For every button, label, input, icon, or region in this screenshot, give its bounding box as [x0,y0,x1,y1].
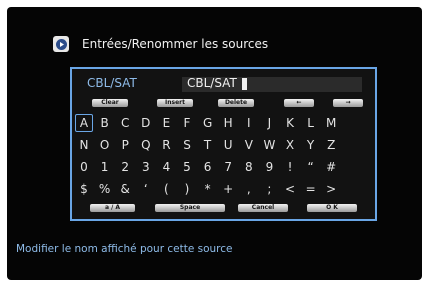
key-2-5[interactable]: 5 [178,158,196,176]
key-1-9[interactable]: W [260,136,278,154]
key-0-8[interactable]: I [240,114,258,132]
key-0-4[interactable]: E [157,114,175,132]
key-0-1[interactable]: B [96,114,114,132]
key-1-10[interactable]: X [281,136,299,154]
cursor-right-button[interactable]: → [333,99,363,107]
space-button[interactable]: Space [155,204,225,212]
help-text: Modifier le nom affiché pour cette sourc… [16,243,233,255]
key-1-8[interactable]: V [240,136,258,154]
key-3-12[interactable]: > [322,180,340,198]
key-0-7[interactable]: H [219,114,237,132]
key-0-10[interactable]: K [281,114,299,132]
key-0-11[interactable]: L [302,114,320,132]
input-source-icon [53,36,69,52]
source-label: CBL/SAT [87,76,137,90]
key-3-9[interactable]: ; [260,180,278,198]
key-2-2[interactable]: 2 [116,158,134,176]
osd-screen: Entrées/Renommer les sources CBL/SAT CBL… [7,7,422,280]
key-2-12[interactable]: # [322,158,340,176]
key-2-8[interactable]: 8 [240,158,258,176]
key-1-6[interactable]: T [199,136,217,154]
source-name-row: CBL/SAT CBL/SAT [87,76,367,92]
key-2-9[interactable]: 9 [260,158,278,176]
key-1-5[interactable]: S [178,136,196,154]
cursor-left-button[interactable]: ← [284,99,314,107]
key-3-0[interactable]: $ [75,180,93,198]
key-2-6[interactable]: 6 [199,158,217,176]
key-0-12[interactable]: M [322,114,340,132]
key-3-10[interactable]: < [281,180,299,198]
key-2-3[interactable]: 3 [137,158,155,176]
key-2-7[interactable]: 7 [219,158,237,176]
key-1-2[interactable]: P [116,136,134,154]
key-2-4[interactable]: 4 [157,158,175,176]
key-3-6[interactable]: * [199,180,217,198]
cancel-button[interactable]: Cancel [238,204,288,212]
case-toggle-button[interactable]: a / A [90,204,135,212]
key-1-0[interactable]: N [75,136,93,154]
key-3-8[interactable]: , [240,180,258,198]
key-0-5[interactable]: F [178,114,196,132]
text-cursor [242,78,247,90]
key-2-0[interactable]: 0 [75,158,93,176]
key-0-2[interactable]: C [116,114,134,132]
delete-button[interactable]: Delete [218,99,254,107]
key-0-6[interactable]: G [199,114,217,132]
key-0-9[interactable]: J [260,114,278,132]
key-1-3[interactable]: Q [137,136,155,154]
key-2-1[interactable]: 1 [96,158,114,176]
menu-header: Entrées/Renommer les sources [53,36,268,52]
clear-button[interactable]: Clear [92,99,128,107]
source-name-input[interactable]: CBL/SAT [182,76,362,92]
page-title: Entrées/Renommer les sources [82,37,269,51]
ok-button[interactable]: O K [307,204,357,212]
key-3-3[interactable]: ‘ [137,180,155,198]
insert-button[interactable]: Insert [157,99,193,107]
source-name-value: CBL/SAT [187,76,237,90]
key-1-4[interactable]: R [157,136,175,154]
key-3-7[interactable]: + [219,180,237,198]
key-0-3[interactable]: D [137,114,155,132]
key-2-10[interactable]: ! [281,158,299,176]
key-3-11[interactable]: = [302,180,320,198]
key-1-12[interactable]: Z [322,136,340,154]
key-3-5[interactable]: ) [178,180,196,198]
key-1-1[interactable]: O [96,136,114,154]
key-1-7[interactable]: U [219,136,237,154]
rename-keyboard-panel: CBL/SAT CBL/SAT Clear Insert Delete ← → A B C D E… [70,67,377,221]
key-3-1[interactable]: % [96,180,114,198]
key-3-4[interactable]: ( [157,180,175,198]
key-1-11[interactable]: Y [302,136,320,154]
key-2-11[interactable]: “ [302,158,320,176]
key-3-2[interactable]: & [116,180,134,198]
key-0-0[interactable]: A [75,114,93,132]
